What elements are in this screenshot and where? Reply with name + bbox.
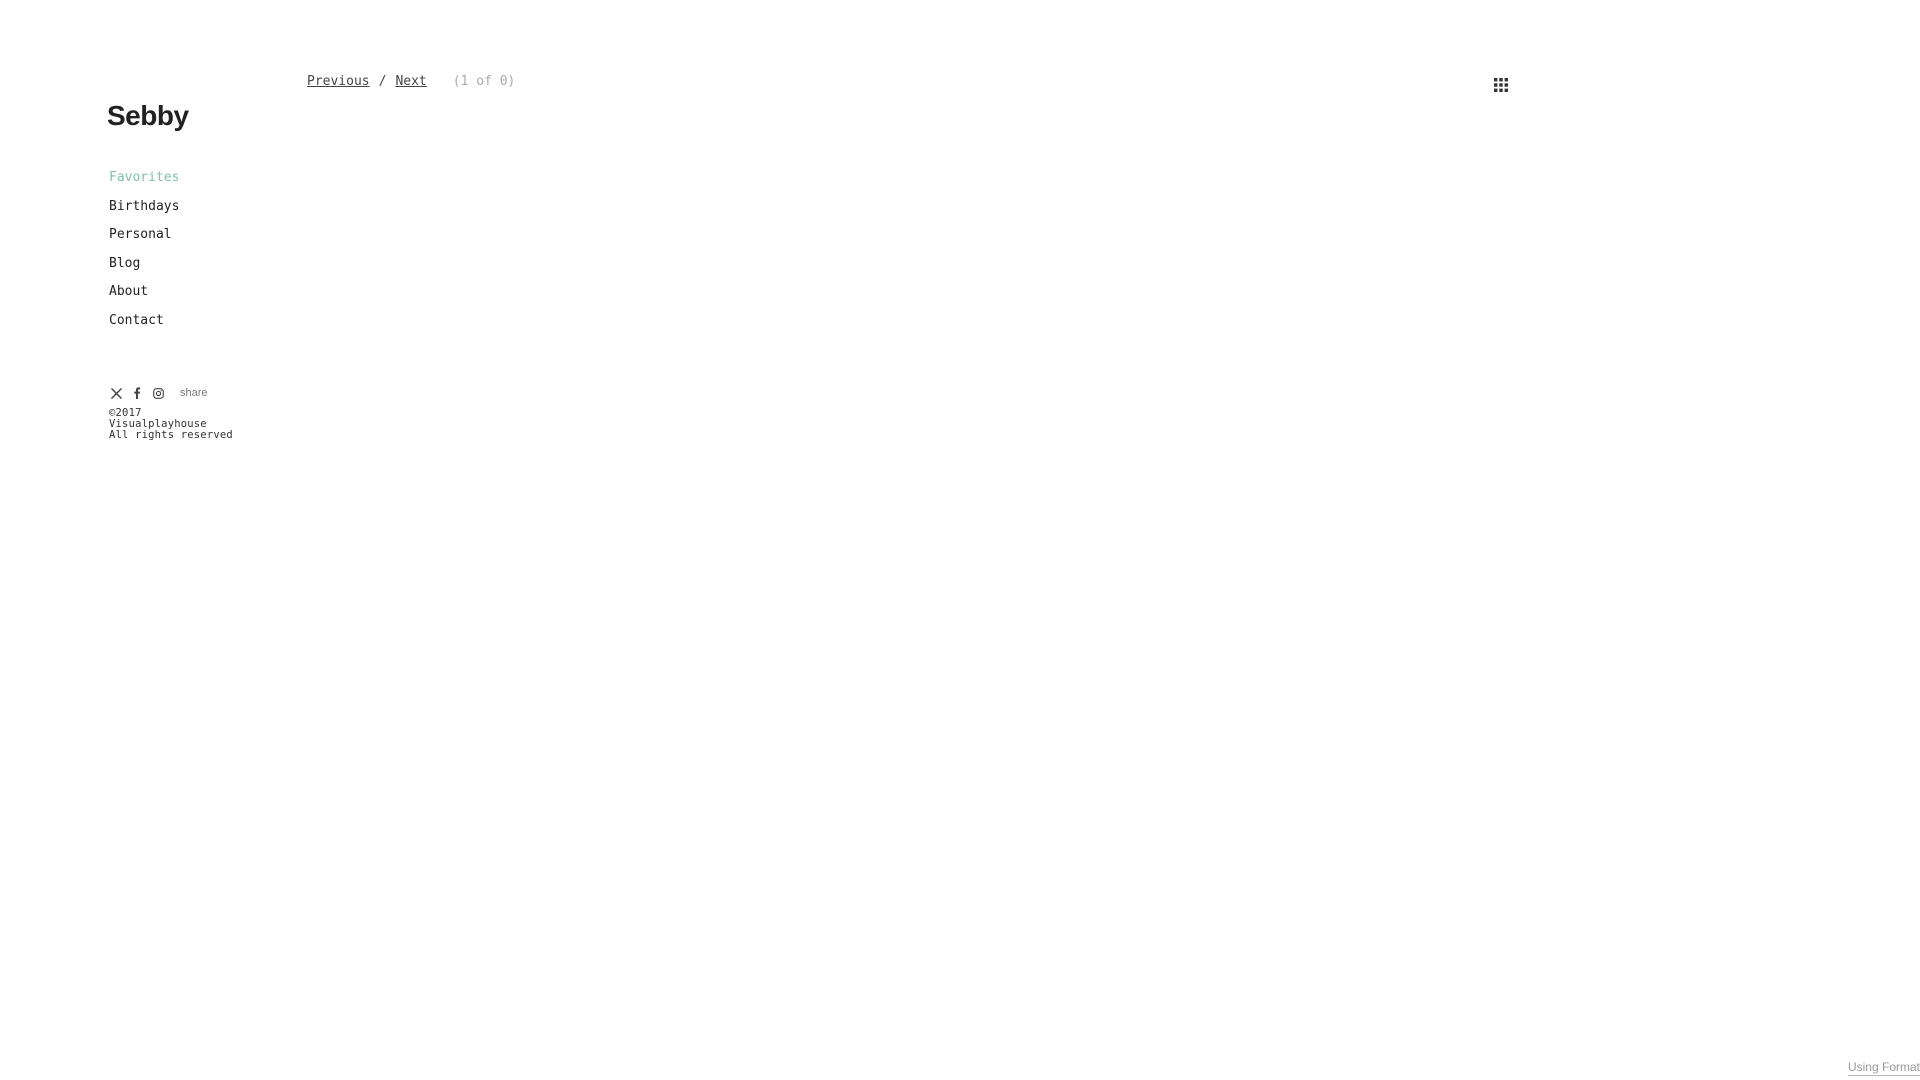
- nav-item-about[interactable]: About: [109, 278, 307, 307]
- copyright-rights: All rights reserved: [109, 429, 233, 441]
- page: Sebby Favorites Birthdays Personal Blog …: [0, 0, 1920, 1080]
- facebook-icon[interactable]: [130, 386, 144, 400]
- sidebar-nav: Favorites Birthdays Personal Blog About …: [109, 164, 307, 335]
- site-title[interactable]: Sebby: [107, 98, 307, 134]
- next-link[interactable]: Next: [395, 73, 426, 91]
- pager-separator: /: [378, 74, 387, 89]
- copyright: ©2017 Visualplayhouse All rights reserve…: [109, 408, 307, 441]
- instagram-icon[interactable]: [151, 386, 165, 400]
- social-links: share: [109, 385, 307, 401]
- previous-link[interactable]: Previous: [307, 73, 370, 91]
- nav-item-contact[interactable]: Contact: [109, 307, 307, 336]
- nav-item-favorites[interactable]: Favorites: [109, 164, 307, 193]
- nav-item-blog[interactable]: Blog: [109, 250, 307, 279]
- nav-item-birthdays[interactable]: Birthdays: [109, 193, 307, 222]
- share-link[interactable]: share: [180, 387, 208, 399]
- nav-item-personal[interactable]: Personal: [109, 221, 307, 250]
- sidebar: Sebby Favorites Birthdays Personal Blog …: [107, 98, 307, 441]
- grid-view-icon[interactable]: [1494, 77, 1508, 92]
- x-icon[interactable]: [109, 386, 123, 400]
- gallery-pager: Previous / Next (1 of 0): [307, 73, 515, 91]
- using-format-link[interactable]: Using Format: [1847, 1060, 1920, 1076]
- pager-count: (1 of 0): [452, 74, 516, 89]
